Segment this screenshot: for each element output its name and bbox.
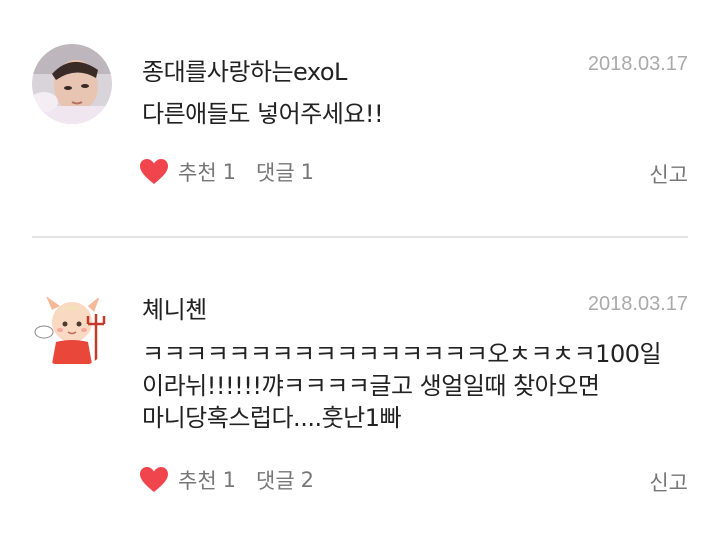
- report-button[interactable]: 신고: [649, 159, 688, 189]
- like-button[interactable]: 추천: [178, 157, 217, 187]
- nickname[interactable]: 쳬니쳰: [142, 290, 207, 325]
- comment-item: 종대를사랑하는exoL 2018.03.17 다른애들도 넣어주세요!! 추천 …: [0, 0, 712, 236]
- reply-count: 1: [300, 160, 315, 184]
- devil-character-illustration-icon: [32, 288, 112, 368]
- like-count: 1: [222, 468, 237, 492]
- comment-actions: 추천 1 댓글 1: [140, 157, 314, 187]
- report-button[interactable]: 신고: [649, 467, 688, 497]
- nickname[interactable]: 종대를사랑하는exoL: [142, 52, 347, 87]
- comment-actions: 추천 1 댓글 2: [140, 465, 314, 495]
- heart-icon[interactable]: [140, 467, 168, 493]
- avatar[interactable]: [32, 288, 112, 368]
- comment-date: 2018.03.17: [587, 293, 688, 315]
- comment-text: ㅋㅋㅋㅋㅋㅋㅋㅋㅋㅋㅋㅋㅋㅋㅋㅋ오ㅊㅋㅊㅋ100일 이라뉘!!!!!!꺄ㅋㅋㅋㅋ…: [142, 340, 662, 432]
- like-count: 1: [222, 160, 237, 184]
- like-button[interactable]: 추천: [178, 465, 217, 495]
- profile-photo-icon: [32, 44, 112, 124]
- reply-button[interactable]: 댓글: [256, 157, 295, 187]
- reply-button[interactable]: 댓글: [256, 465, 295, 495]
- comment-text: 다른애들도 넣어주세요!!: [142, 100, 384, 128]
- avatar[interactable]: [32, 44, 112, 124]
- reply-count: 2: [300, 468, 315, 492]
- comment-item: 쳬니쳰 2018.03.17 ㅋㅋㅋㅋㅋㅋㅋㅋㅋㅋㅋㅋㅋㅋㅋㅋ오ㅊㅋㅊㅋ100일…: [0, 238, 712, 533]
- heart-icon[interactable]: [140, 159, 168, 185]
- comment-date: 2018.03.17: [587, 53, 688, 75]
